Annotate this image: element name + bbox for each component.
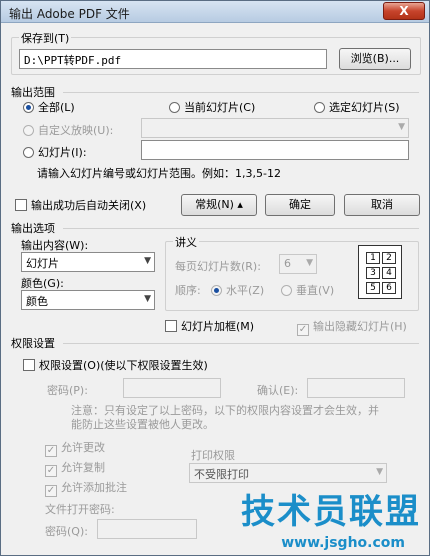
per-page-select: 6 ▼ [279,254,317,274]
range-current-option[interactable]: 当前幻灯片(C) [169,99,255,115]
security-divider [63,343,419,344]
close-button[interactable]: X [383,2,425,20]
dialog-window: 输出 Adobe PDF 文件 X 保存到(T) D:\PPT转PDF.pdf … [0,0,430,556]
order-vertical-option: 垂直(V) [281,282,334,298]
order-label: 顺序: [175,284,201,297]
content-label: 输出内容(W): [21,239,89,252]
chevron-down-icon: ▼ [144,256,151,266]
open-password-title: 文件打开密码: [45,503,115,516]
range-selected-option[interactable]: 选定幻灯片(S) [314,99,400,115]
save-path-input[interactable]: D:\PPT转PDF.pdf [19,49,327,69]
open-password-input [97,519,197,539]
preview-cell: 6 [382,282,396,294]
per-page-label: 每页幻灯片数(R): [175,260,261,273]
range-custom-option: 自定义放映(U): [23,122,113,138]
custom-show-select: ▼ [141,118,409,138]
allow-copy-checkbox: ✓ 允许复制 [45,461,105,477]
preview-cell: 2 [382,252,396,264]
range-all-option[interactable]: 全部(L) [23,99,75,115]
frame-slides-checkbox[interactable]: 幻灯片加框(M) [165,318,254,334]
range-hint: 请输入幻灯片编号或幻灯片范围。例如：1,3,5-12 [37,167,281,180]
output-content-select[interactable]: 幻灯片 ▼ [21,252,155,272]
hidden-slides-checkbox: ✓ 输出隐藏幻灯片(H) [297,320,407,336]
ok-button[interactable]: 确定 [265,194,335,216]
checkmark-icon: ✓ [45,445,57,457]
order-horizontal-option: 水平(Z) [211,282,264,298]
browse-button[interactable]: 浏览(B)... [339,48,411,70]
checkbox-icon [165,320,177,332]
checkmark-icon: ✓ [45,465,57,477]
radio-icon [281,285,292,296]
chevron-down-icon: ▼ [144,294,151,304]
radio-selected-icon [23,102,34,113]
open-password-label: 密码(Q): [45,525,88,538]
print-permission-select: 不受限打印 ▼ [189,463,387,483]
color-select[interactable]: 颜色 ▼ [21,290,155,310]
security-toggle-checkbox[interactable]: 权限设置(O)(使以下权限设置生效) [23,357,208,373]
cancel-button[interactable]: 取消 [344,194,420,216]
title-bar: 输出 Adobe PDF 文件 X [1,1,429,23]
window-title: 输出 Adobe PDF 文件 [9,7,130,21]
slides-range-input[interactable] [141,140,409,160]
range-slides-option[interactable]: 幻灯片(I): [23,144,87,160]
radio-icon [169,102,180,113]
options-legend: 输出选项 [9,220,57,236]
preview-cell: 4 [382,267,396,279]
handout-legend: 讲义 [173,234,199,250]
allow-comment-checkbox: ✓ 允许添加批注 [45,481,127,497]
preview-cell: 1 [366,252,380,264]
save-legend: 保存到(T) [19,30,72,46]
preview-cell: 3 [366,267,380,279]
checkbox-icon [23,359,35,371]
permission-password-input [123,378,221,398]
normal-toggle-button[interactable]: 常规(N) ▴ [181,194,257,216]
radio-icon [23,147,34,158]
password-label: 密码(P): [47,384,88,397]
checkmark-icon: ✓ [297,324,309,336]
radio-selected-icon [211,285,222,296]
chevron-down-icon: ▼ [398,122,405,132]
confirm-label: 确认(E): [257,384,299,397]
confirm-password-input [307,378,405,398]
range-legend: 输出范围 [9,84,57,100]
options-divider [63,228,419,229]
security-note-line2: 能防止这些设置被他人更改。 [71,418,214,431]
checkbox-icon [15,199,27,211]
preview-cell: 5 [366,282,380,294]
range-divider [63,92,419,93]
checkmark-icon: ✓ [45,485,57,497]
radio-icon [314,102,325,113]
radio-icon [23,125,34,136]
security-legend: 权限设置 [9,335,57,351]
chevron-down-icon: ▼ [306,258,313,268]
watermark-url: www.jsgho.com [281,535,405,551]
watermark-logo: 技术员联盟 [241,492,421,532]
print-permission-label: 打印权限 [191,449,235,462]
chevron-down-icon: ▼ [376,467,383,477]
auto-close-checkbox[interactable]: 输出成功后自动关闭(X) [15,197,146,213]
handout-layout-preview: 1 2 3 4 5 6 [358,245,402,299]
color-label: 颜色(G): [21,277,64,290]
allow-edit-checkbox: ✓ 允许更改 [45,441,105,457]
